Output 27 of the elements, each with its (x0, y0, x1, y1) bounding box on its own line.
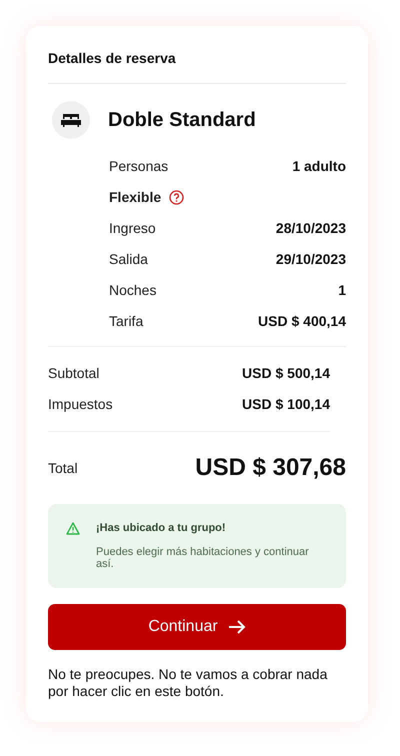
summary-label: Impuestos (48, 396, 113, 412)
warning-icon (66, 522, 80, 535)
summary-value: USD $ 100,14 (242, 396, 330, 412)
detail-label: Salida (109, 251, 148, 267)
room-name: Doble Standard (108, 108, 256, 132)
footnote: No te preocupes. No te vamos a cobrar nada por hacer clic en este botón. (48, 666, 328, 700)
help-icon[interactable] (169, 190, 184, 204)
detail-label: Noches (109, 282, 156, 298)
card-title: Detalles de reserva (48, 50, 346, 84)
total-value: USD $ 307,68 (195, 454, 346, 482)
bed-icon (61, 113, 81, 127)
notice-text: Puedes elegir más habitaciones y continuar así. (96, 546, 310, 570)
detail-label: Ingreso (109, 220, 156, 236)
continue-button[interactable]: Continuar (48, 604, 346, 650)
rate-policy: Flexible (109, 189, 162, 205)
detail-label: Tarifa (109, 313, 144, 329)
detail-value: 1 (338, 282, 346, 298)
detail-value: USD $ 400,14 (258, 313, 346, 329)
total-label: Total (48, 460, 78, 476)
summary-value: USD $ 500,14 (242, 365, 330, 381)
detail-label: Personas (109, 158, 168, 174)
detail-value: 28/10/2023 (276, 220, 346, 236)
arrow-right-icon (228, 619, 246, 635)
notice-title: ¡Has ubicado a tu grupo! (96, 522, 227, 535)
detail-value: 1 adulto (292, 158, 346, 174)
summary-label: Subtotal (48, 365, 100, 381)
detail-value: 29/10/2023 (276, 251, 346, 267)
